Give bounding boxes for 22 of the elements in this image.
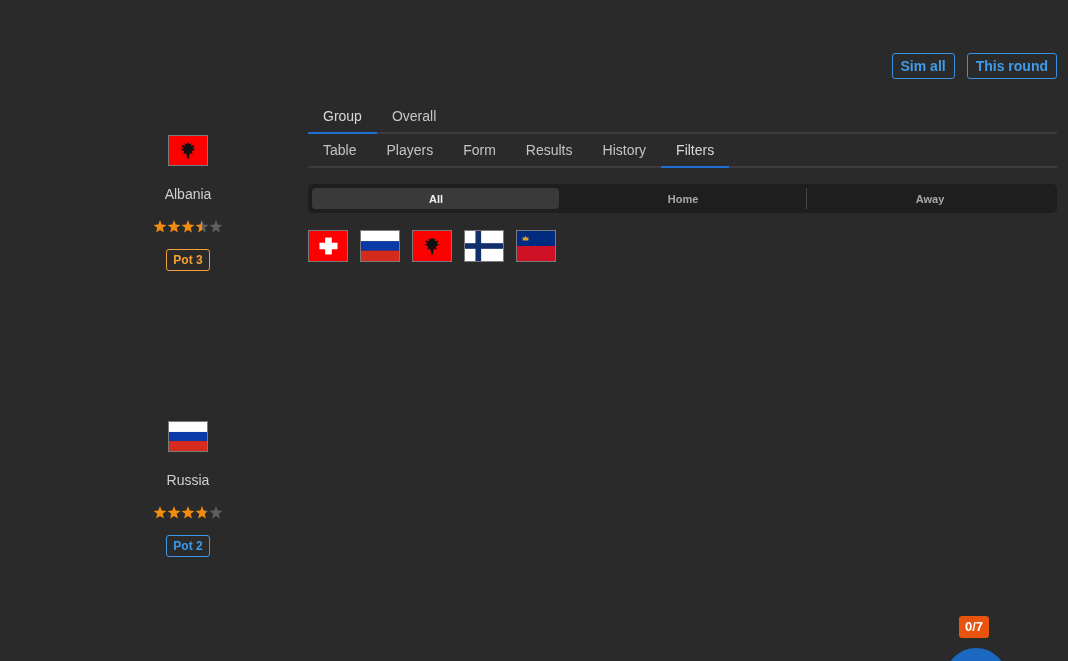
team-name: Russia <box>166 471 210 489</box>
section-tab[interactable]: Table <box>308 134 372 168</box>
venue-segment[interactable]: Home <box>559 188 806 209</box>
toolbar-button[interactable]: Sim all <box>891 53 955 79</box>
progress-count: 0/7 <box>959 616 990 638</box>
pot-tag: Pot 2 <box>166 535 210 557</box>
view-tab[interactable]: Overall <box>376 100 452 134</box>
flag-icon[interactable] <box>464 230 504 262</box>
section-tab[interactable]: Form <box>448 134 511 168</box>
view-tab[interactable]: Group <box>308 100 377 134</box>
pot-tag: Pot 3 <box>166 249 210 271</box>
toolbar-button[interactable]: This round <box>966 53 1057 79</box>
section-tab[interactable]: History <box>587 134 662 168</box>
flag-icon <box>168 135 208 166</box>
venue-segment[interactable]: All <box>312 188 559 209</box>
team-name: Albania <box>164 185 212 203</box>
section-tab[interactable]: Results <box>510 134 588 168</box>
flag-icon <box>168 421 208 452</box>
venue-segment[interactable]: Away <box>806 188 1053 209</box>
section-tab[interactable]: Filters <box>661 134 730 168</box>
flag-icon[interactable] <box>360 230 400 262</box>
section-tab[interactable]: Players <box>371 134 449 168</box>
